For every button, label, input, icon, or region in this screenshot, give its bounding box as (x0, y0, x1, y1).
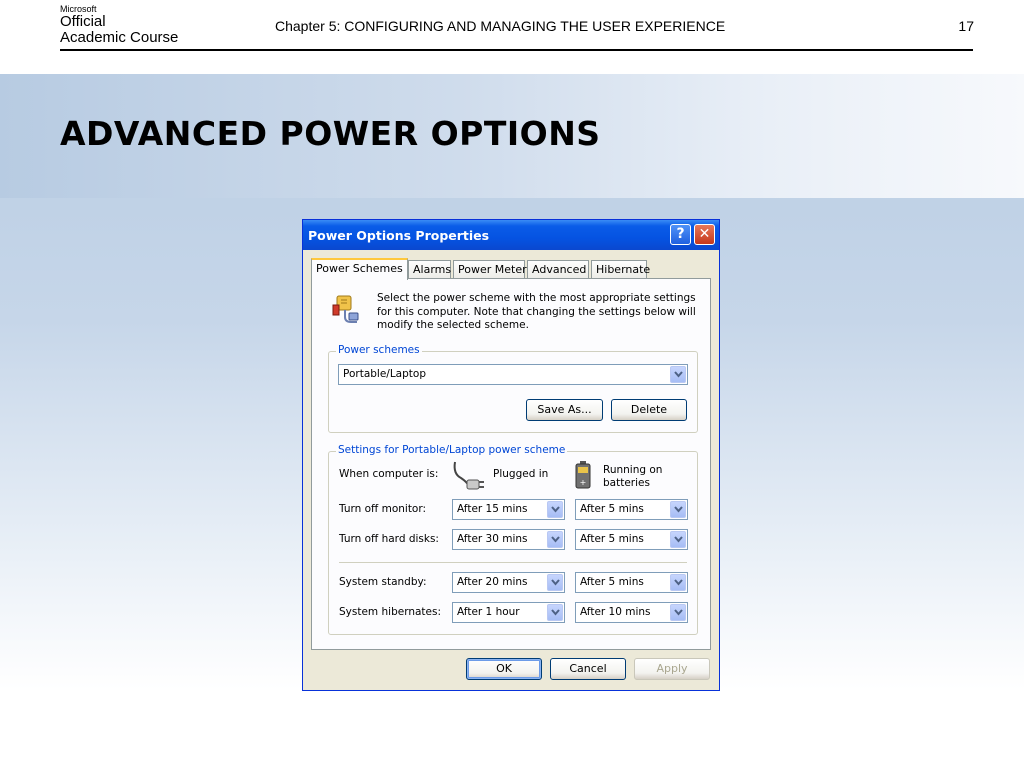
hibernate-battery-select[interactable]: After 10 mins (575, 602, 688, 623)
tab-advanced[interactable]: Advanced (527, 260, 589, 279)
power-options-dialog: Power Options Properties ? ✕ Power Schem… (302, 219, 720, 691)
monitor-plugged-value: After 15 mins (457, 503, 528, 515)
chevron-down-icon[interactable] (670, 604, 686, 621)
system-standby-label: System standby: (339, 576, 427, 588)
save-as-button[interactable]: Save As... (526, 399, 603, 421)
logo-academic-course: Academic Course (60, 29, 179, 46)
chevron-down-icon[interactable] (547, 604, 563, 621)
tab-hibernate[interactable]: Hibernate (591, 260, 650, 279)
apply-button[interactable]: Apply (634, 658, 710, 680)
power-schemes-panel: Select the power scheme with the most ap… (311, 278, 711, 650)
tab-alarms[interactable]: Alarms (408, 260, 451, 279)
settings-divider (339, 562, 687, 563)
disks-plugged-value: After 30 mins (457, 533, 528, 545)
hibernate-plugged-select[interactable]: After 1 hour (452, 602, 565, 623)
power-schemes-group: Power schemes Portable/Laptop Save As...… (328, 344, 698, 433)
power-scheme-value: Portable/Laptop (343, 368, 426, 380)
dialog-title: Power Options Properties (308, 228, 490, 243)
running-on-label: Running on (603, 464, 663, 476)
chevron-down-icon[interactable] (547, 531, 563, 548)
monitor-plugged-select[interactable]: After 15 mins (452, 499, 565, 520)
chapter-title: Chapter 5: CONFIGURING AND MANAGING THE … (275, 18, 726, 34)
standby-battery-value: After 5 mins (580, 576, 644, 588)
header-rule (60, 49, 973, 51)
svg-text:+: + (580, 478, 587, 487)
standby-plugged-select[interactable]: After 20 mins (452, 572, 565, 593)
power-schemes-label: Power schemes (336, 344, 422, 356)
course-logo: Microsoft Official Academic Course (60, 4, 178, 46)
power-scheme-select[interactable]: Portable/Laptop (338, 364, 688, 385)
chevron-down-icon[interactable] (670, 574, 686, 591)
cancel-button[interactable]: Cancel (550, 658, 626, 680)
turn-off-monitor-label: Turn off monitor: (339, 503, 427, 515)
power-scheme-icon (332, 295, 359, 323)
monitor-battery-select[interactable]: After 5 mins (575, 499, 688, 520)
plug-icon (453, 461, 484, 490)
delete-button[interactable]: Delete (611, 399, 687, 421)
when-computer-is-label: When computer is: (339, 468, 439, 480)
disks-battery-select[interactable]: After 5 mins (575, 529, 688, 550)
dialog-titlebar[interactable]: Power Options Properties ? ✕ (303, 220, 719, 250)
chevron-down-icon[interactable] (547, 574, 563, 591)
page-number: 17 (958, 18, 974, 34)
slide-header: Microsoft Official Academic Course Chapt… (0, 0, 1024, 74)
chevron-down-icon[interactable] (670, 366, 686, 383)
settings-group: Settings for Portable/Laptop power schem… (328, 444, 698, 635)
hibernate-battery-value: After 10 mins (580, 606, 651, 618)
standby-battery-select[interactable]: After 5 mins (575, 572, 688, 593)
close-button[interactable]: ✕ (694, 224, 715, 245)
system-hibernates-label: System hibernates: (339, 606, 441, 618)
tab-power-schemes[interactable]: Power Schemes (311, 258, 408, 280)
batteries-label: batteries (603, 477, 650, 489)
settings-group-label: Settings for Portable/Laptop power schem… (336, 444, 568, 456)
hibernate-plugged-value: After 1 hour (457, 606, 520, 618)
battery-icon: + (575, 461, 591, 489)
disks-battery-value: After 5 mins (580, 533, 644, 545)
logo-official: Official (60, 13, 106, 30)
intro-text: Select the power scheme with the most ap… (377, 292, 696, 331)
slide-title: ADVANCED POWER OPTIONS (60, 114, 601, 153)
ok-button[interactable]: OK (466, 658, 542, 680)
standby-plugged-value: After 20 mins (457, 576, 528, 588)
turn-off-hard-disks-label: Turn off hard disks: (339, 533, 439, 545)
chevron-down-icon[interactable] (670, 501, 686, 518)
disks-plugged-select[interactable]: After 30 mins (452, 529, 565, 550)
chevron-down-icon[interactable] (670, 531, 686, 548)
monitor-battery-value: After 5 mins (580, 503, 644, 515)
tab-power-meter[interactable]: Power Meter (453, 260, 527, 279)
help-button[interactable]: ? (670, 224, 691, 245)
chevron-down-icon[interactable] (547, 501, 563, 518)
plugged-in-label: Plugged in (493, 468, 549, 480)
